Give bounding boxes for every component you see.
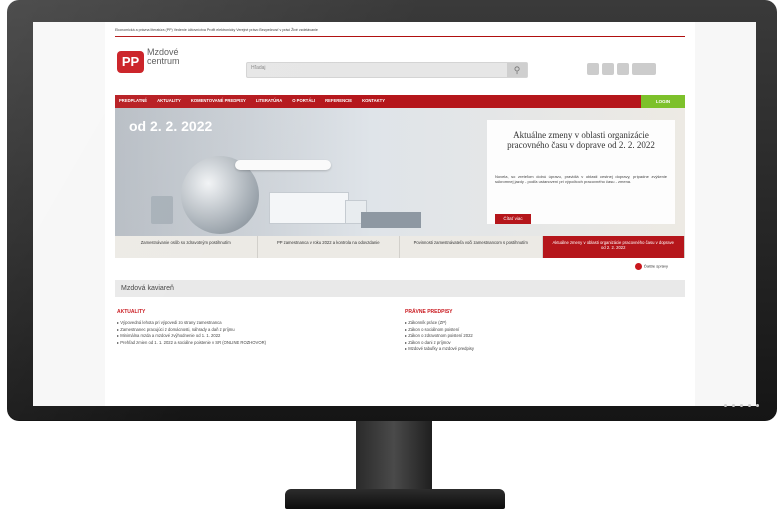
truck-image	[269, 192, 349, 224]
banner-date: od 2. 2. 2022	[129, 118, 213, 134]
list-item[interactable]: ▸ Mzdové tabuľky a mzdové predpisy	[405, 346, 665, 352]
monitor-stand	[285, 489, 505, 509]
email-icon[interactable]	[632, 63, 656, 75]
top-links[interactable]: Ekonomická a právna literatúra (PP) Vede…	[115, 28, 318, 32]
list-item[interactable]: ▸ Zákon o dani z príjmov	[405, 340, 665, 346]
news-title[interactable]: AKTUALITY	[117, 309, 377, 315]
banner-panel: Aktuálne zmeny v oblasti organizácie pra…	[487, 120, 675, 224]
laws-title[interactable]: PRÁVNE PREDPISY	[405, 309, 665, 315]
logo[interactable]: PP	[117, 51, 144, 73]
banner-title: Aktuálne zmeny v oblasti organizácie pra…	[507, 130, 655, 150]
more-news-label: Ďalšie správy	[644, 263, 669, 269]
airplane-image	[235, 160, 331, 170]
list-item[interactable]: ▸ Zamestnanec pracujúci z domácnosti, ná…	[117, 327, 377, 333]
nav-item[interactable]: REFERENCIE	[325, 98, 352, 103]
read-more-button[interactable]: Čítať viac	[495, 214, 531, 224]
login-button[interactable]: LOGIN	[641, 95, 685, 108]
monitor-bezel: Ekonomická a právna literatúra (PP) Vede…	[7, 0, 777, 421]
main-nav: PREDPLATNÉ AKTUALITY KOMENTOVANÉ PREDPISY L…	[115, 95, 685, 108]
banner-text: Novela, so zreteľom dolnú úpravu, pravid…	[495, 174, 667, 184]
nav-items: PREDPLATNÉ AKTUALITY KOMENTOVANÉ PREDPISY L…	[119, 98, 385, 103]
webpage: Ekonomická a právna literatúra (PP) Vede…	[105, 22, 695, 406]
list-item[interactable]: ▸ Výpovedná lehota pri výpovedi zo stran…	[117, 320, 377, 326]
banner-tab[interactable]: Zamestnávanie osôb so zdravotným postihn…	[115, 236, 258, 258]
bezel-dots	[724, 404, 759, 407]
search-icon[interactable]: ⚲	[507, 63, 527, 77]
brand-name[interactable]: Mzdové centrum	[147, 48, 180, 66]
news-column: AKTUALITY ▸ Výpovedná lehota pri výpoved…	[117, 309, 377, 346]
list-item[interactable]: ▸ Zákon o sociálnom poistení	[405, 327, 665, 333]
list-item[interactable]: ▸ Zákonník práce (ZP)	[405, 320, 665, 326]
laws-list: ▸ Zákonník práce (ZP) ▸ Zákon o sociálnom…	[405, 320, 665, 352]
brand-line-2: centrum	[147, 56, 180, 66]
news-list: ▸ Výpovedná lehota pri výpovedi zo stran…	[117, 320, 377, 345]
hero-banner[interactable]: od 2. 2. 2022 Aktuálne zmeny v oblasti o…	[115, 108, 685, 236]
user-icon[interactable]	[587, 63, 599, 75]
ship-image	[361, 212, 421, 228]
search-box[interactable]: Hľadaj ⚲	[246, 62, 528, 78]
screen: Ekonomická a právna literatúra (PP) Vede…	[33, 22, 756, 406]
list-item[interactable]: ▸ Minimálna mzda a mzdové zvýhodnenie od…	[117, 333, 377, 339]
top-divider	[115, 36, 685, 37]
banner-tabs: Zamestnávanie osôb so zdravotným postihn…	[115, 236, 685, 258]
search-input[interactable]: Hľadaj	[251, 65, 266, 71]
nav-item[interactable]: LITERATÚRA	[256, 98, 282, 103]
facebook-icon[interactable]	[602, 63, 614, 75]
list-item[interactable]: ▸ Prehľad zmien od 1. 1. 2022 a sociálne…	[117, 340, 377, 346]
nav-item[interactable]: KONTAKTY	[362, 98, 385, 103]
nav-item[interactable]: O PORTÁLI	[292, 98, 315, 103]
twitter-icon[interactable]	[617, 63, 629, 75]
social-icons	[587, 63, 656, 75]
cart-image	[151, 196, 173, 224]
banner-tab[interactable]: Povinnosti zamestnávateľa voči zamestnan…	[400, 236, 543, 258]
more-news-link[interactable]: Ďalšie správy	[635, 263, 668, 270]
monitor-neck	[356, 421, 432, 489]
list-item[interactable]: ▸ Zákon o zdravotnom poistení 2022	[405, 333, 665, 339]
banner-tab[interactable]: Aktuálne zmeny v oblasti organizácie pra…	[542, 236, 685, 258]
section-title: Mzdová kaviareň	[115, 280, 685, 297]
arrow-right-icon	[635, 263, 642, 270]
nav-item[interactable]: PREDPLATNÉ	[119, 98, 147, 103]
nav-item[interactable]: AKTUALITY	[157, 98, 181, 103]
banner-tab[interactable]: PP zamestnanca v roku 2022 a kontrola na…	[257, 236, 400, 258]
laws-column: PRÁVNE PREDPISY ▸ Zákonník práce (ZP) ▸ Z…	[405, 309, 665, 353]
nav-item[interactable]: KOMENTOVANÉ PREDPISY	[191, 98, 246, 103]
